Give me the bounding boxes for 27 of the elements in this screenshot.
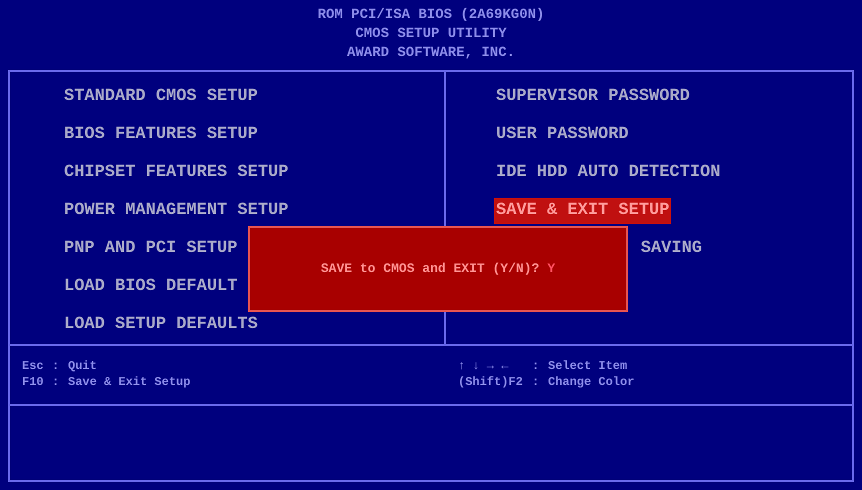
header-title: CMOS SETUP UTILITY bbox=[355, 25, 507, 44]
menu-item[interactable]: BIOS FEATURES SETUP bbox=[62, 122, 260, 148]
menu-item[interactable]: PNP AND PCI SETUP bbox=[62, 236, 240, 262]
key-action: Change Color bbox=[548, 374, 634, 390]
key-label: Esc bbox=[22, 358, 45, 374]
header-title: ROM PCI/ISA BIOS (2A69KG0N) bbox=[318, 6, 544, 25]
key-separator: : bbox=[52, 358, 60, 374]
menu-item[interactable]: STANDARD CMOS SETUP bbox=[62, 84, 260, 110]
menu-item[interactable]: IDE HDD AUTO DETECTION bbox=[494, 160, 722, 186]
key-action: Quit bbox=[68, 358, 97, 374]
key-action: Save & Exit Setup bbox=[68, 374, 190, 390]
menu-item[interactable]: SUPERVISOR PASSWORD bbox=[494, 84, 692, 110]
key-separator: : bbox=[532, 358, 540, 374]
key-separator: : bbox=[532, 374, 540, 390]
key-label: (Shift)F2 bbox=[458, 374, 524, 390]
header-title: AWARD SOFTWARE, INC. bbox=[346, 44, 516, 63]
key-label: F10 bbox=[22, 374, 45, 390]
key-label: ↑ ↓ → ← bbox=[458, 358, 510, 374]
menu-item[interactable]: USER PASSWORD bbox=[494, 122, 631, 148]
menu-item[interactable]: LOAD SETUP DEFAULTS bbox=[62, 312, 260, 338]
menu-item[interactable]: SAVING bbox=[638, 236, 704, 262]
menu-item[interactable]: POWER MANAGEMENT SETUP bbox=[62, 198, 290, 224]
key-action: Select Item bbox=[548, 358, 628, 374]
menu-item[interactable]: CHIPSET FEATURES SETUP bbox=[62, 160, 290, 186]
dialog-prompt: SAVE to CMOS and EXIT (Y/N)? bbox=[320, 260, 540, 278]
menu-item[interactable]: LOAD BIOS DEFAULT bbox=[62, 274, 240, 300]
key-separator: : bbox=[52, 374, 60, 390]
